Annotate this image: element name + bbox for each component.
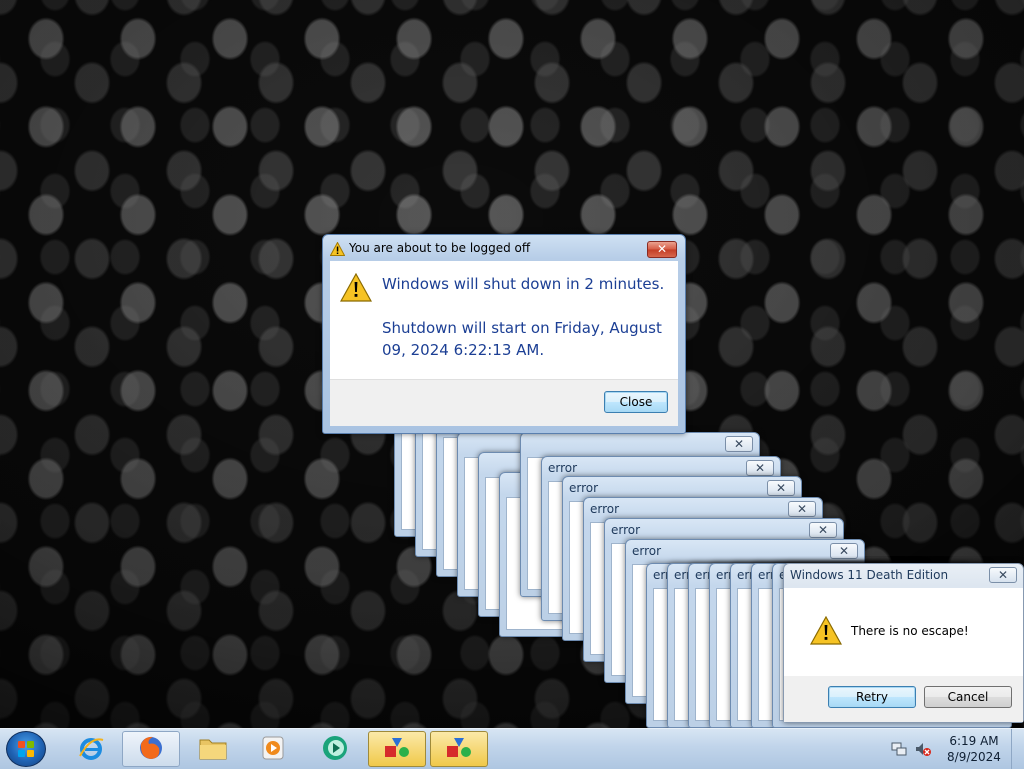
- close-icon[interactable]: ✕: [647, 241, 677, 258]
- retry-button[interactable]: Retry: [828, 686, 916, 708]
- shutdown-dialog-title: You are about to be logged off: [349, 241, 531, 255]
- cancel-button[interactable]: Cancel: [924, 686, 1012, 708]
- shutdown-message: Windows will shut down in 2 minutes.: [382, 275, 665, 293]
- close-button[interactable]: Close: [604, 391, 668, 413]
- volume-muted-icon[interactable]: [914, 740, 932, 758]
- shutdown-detail: Shutdown will start on Friday, August 09…: [382, 319, 662, 359]
- show-desktop-button[interactable]: [1011, 729, 1024, 769]
- taskbar-media-center[interactable]: [306, 731, 364, 767]
- taskbar-shapes-app-2[interactable]: [430, 731, 488, 767]
- taskbar-file-explorer[interactable]: [184, 731, 242, 767]
- windows-logo-icon: [18, 741, 35, 757]
- death-dialog-title: Windows 11 Death Edition: [790, 568, 949, 582]
- close-icon[interactable]: ✕: [788, 501, 816, 517]
- warning-icon: [809, 615, 843, 648]
- internet-explorer-icon: [77, 734, 105, 765]
- shapes-app-icon: [382, 734, 412, 765]
- media-center-icon: [320, 734, 350, 765]
- shapes-app-icon: [444, 734, 474, 765]
- close-icon[interactable]: ✕: [746, 460, 774, 476]
- file-explorer-icon: [198, 735, 228, 764]
- shutdown-dialog-footer: Close: [330, 379, 678, 426]
- death-dialog-body: There is no escape! Retry Cancel: [784, 588, 1023, 722]
- error-window-title: error: [611, 523, 641, 537]
- close-icon[interactable]: ✕: [830, 543, 858, 559]
- start-button[interactable]: [6, 731, 46, 767]
- error-window-title: error: [590, 502, 620, 516]
- death-message: There is no escape!: [851, 624, 969, 638]
- error-window-titlebar[interactable]: error ✕: [563, 477, 801, 499]
- error-window-title: error: [632, 544, 662, 558]
- taskbar-media-player[interactable]: [244, 731, 302, 767]
- firefox-icon: [137, 734, 165, 765]
- taskbar-firefox[interactable]: [122, 731, 180, 767]
- close-icon[interactable]: ✕: [725, 436, 753, 452]
- taskbar-internet-explorer[interactable]: [62, 731, 120, 767]
- clock-time: 6:19 AM: [949, 734, 999, 748]
- taskbar-shapes-app[interactable]: [368, 731, 426, 767]
- shutdown-dialog: You are about to be logged off ✕ Windows…: [322, 234, 686, 434]
- error-window-title: error: [569, 481, 599, 495]
- warning-icon: [339, 272, 373, 305]
- media-player-icon: [260, 735, 286, 764]
- close-icon[interactable]: ✕: [767, 480, 795, 496]
- shutdown-dialog-body: Windows will shut down in 2 minutes. Shu…: [330, 261, 678, 426]
- network-icon[interactable]: [890, 740, 908, 758]
- taskbar-clock[interactable]: 6:19 AM 8/9/2024: [940, 733, 1008, 765]
- error-window-titlebar[interactable]: error ✕: [605, 519, 843, 541]
- error-window-titlebar[interactable]: error ✕: [626, 540, 864, 562]
- death-dialog-titlebar[interactable]: Windows 11 Death Edition ✕: [784, 564, 1023, 586]
- error-window-title: error: [548, 461, 578, 475]
- warning-icon: [329, 239, 346, 259]
- close-icon[interactable]: ✕: [809, 522, 837, 538]
- shutdown-dialog-titlebar[interactable]: You are about to be logged off ✕: [323, 235, 685, 259]
- death-edition-dialog: Windows 11 Death Edition ✕ There is no e…: [783, 563, 1024, 723]
- taskbar: 6:19 AM 8/9/2024: [0, 728, 1024, 769]
- close-icon[interactable]: ✕: [989, 567, 1017, 583]
- clock-date: 8/9/2024: [947, 750, 1001, 764]
- error-window-titlebar[interactable]: error ✕: [584, 498, 822, 520]
- death-dialog-footer: Retry Cancel: [784, 676, 1023, 722]
- error-window-titlebar[interactable]: ✕: [521, 433, 759, 455]
